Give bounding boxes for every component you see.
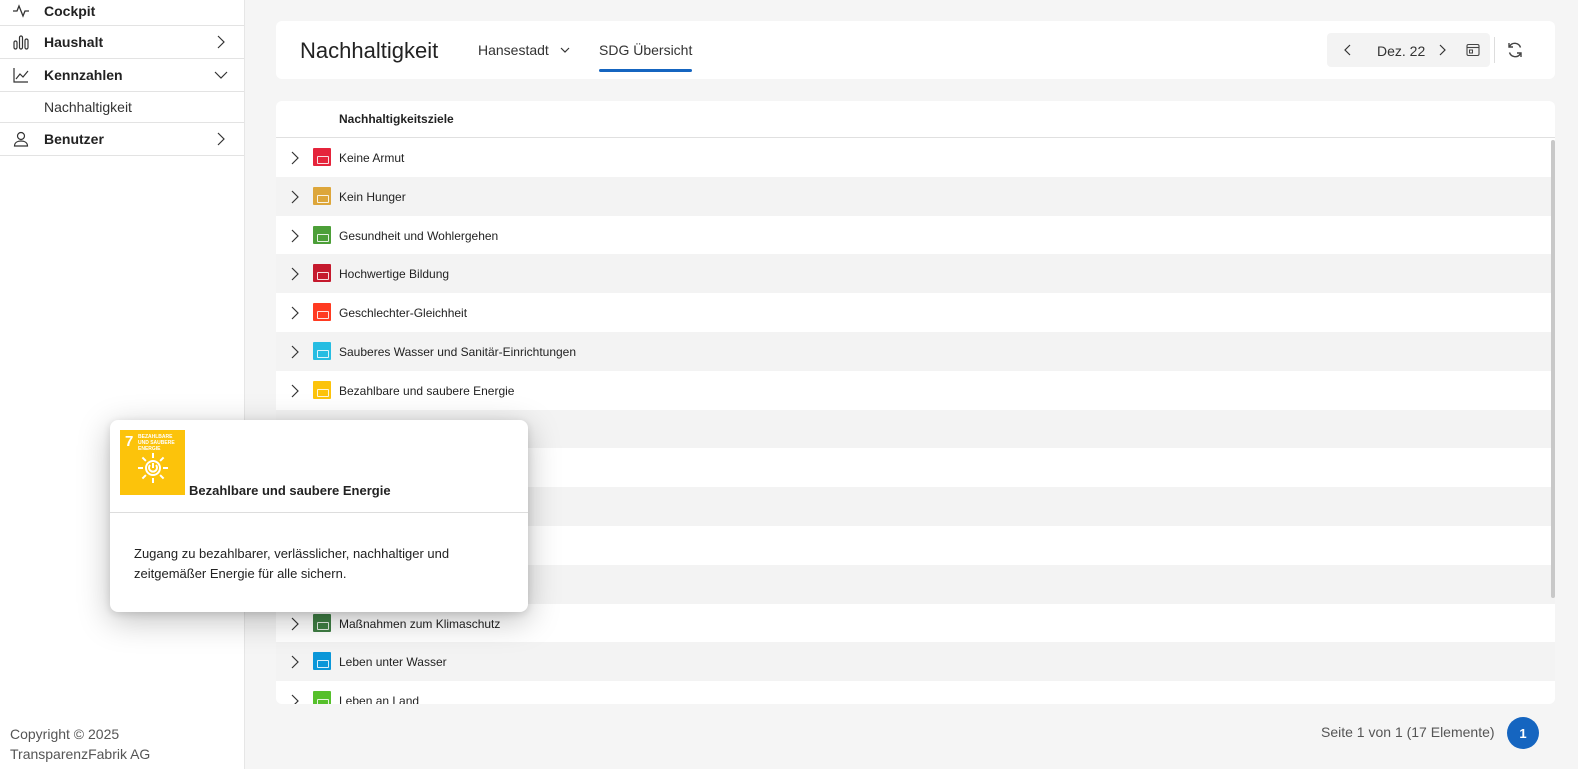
sidebar-item-haushalt[interactable]: Haushalt [0, 26, 244, 59]
cockpit-icon [12, 2, 30, 20]
chevron-right-icon[interactable] [288, 694, 302, 704]
tab-hansestadt[interactable]: Hansestadt [478, 42, 571, 58]
chevron-right-icon[interactable] [288, 229, 302, 243]
row-label: Bezahlbare und saubere Energie [339, 383, 515, 398]
chevron-right-icon[interactable] [288, 306, 302, 320]
sdg-goal-icon [313, 691, 331, 704]
chevron-right-icon [214, 132, 228, 146]
row-label: Geschlechter-Gleichheit [339, 306, 468, 321]
popover-title: Bezahlbare und saubere Energie [189, 483, 391, 498]
copyright-line: Copyright © 2025 [10, 726, 120, 742]
row-label: Maßnahmen zum Klimaschutz [339, 616, 501, 631]
chevron-right-icon[interactable] [288, 384, 302, 398]
company-name: TransparenzFabrik AG [10, 746, 151, 762]
sdg-goal-icon [313, 380, 331, 399]
trend-icon [12, 66, 30, 84]
sdg-goal-icon [313, 148, 331, 166]
copyright: Copyright © 2025 TransparenzFabrik AG [10, 724, 150, 764]
sdg-logo-text: BEZAHLBARE UND SAUBERE ENERGIE [138, 434, 175, 452]
page-header: Nachhaltigkeit Hansestadt SDG Übersicht … [276, 21, 1555, 79]
row-label: Kein Hunger [339, 189, 406, 204]
table-row[interactable]: Sauberes Wasser und Sanitär-Einrichtunge… [276, 331, 1555, 371]
sidebar-item-benutzer[interactable]: Benutzer [0, 123, 244, 156]
chevron-right-icon[interactable] [288, 617, 302, 631]
tab-label: SDG Übersicht [599, 42, 693, 58]
sidebar-subitem-nachhaltigkeit[interactable]: Nachhaltigkeit [0, 92, 244, 123]
table-row[interactable]: Bezahlbare und saubere Energie [276, 371, 1555, 410]
chevron-right-icon[interactable] [1435, 43, 1449, 57]
pagination-info: Seite 1 von 1 (17 Elemente) [1321, 724, 1495, 740]
row-label: Leben unter Wasser [339, 655, 447, 670]
table-row[interactable]: Leben an Land [276, 681, 1555, 704]
scrollbar[interactable] [1551, 140, 1555, 598]
chevron-right-icon[interactable] [288, 190, 302, 204]
chevron-right-icon[interactable] [288, 267, 302, 281]
chevron-right-icon[interactable] [288, 345, 302, 359]
sdg-logo: 7 BEZAHLBARE UND SAUBERE ENERGIE [120, 430, 185, 495]
chevron-right-icon [214, 35, 228, 49]
period-value: Dez. 22 [1377, 43, 1426, 59]
calendar-icon[interactable] [1465, 42, 1481, 58]
tab-label: Hansestadt [478, 42, 549, 58]
sdg-goal-icon [313, 613, 331, 632]
row-label: Leben an Land [339, 694, 420, 704]
table-row[interactable]: Hochwertige Bildung [276, 254, 1555, 294]
sdg-goal-icon [313, 186, 331, 205]
sidebar-item-kennzahlen[interactable]: Kennzahlen [0, 59, 244, 92]
chevron-left-icon[interactable] [1341, 43, 1355, 57]
chevron-right-icon[interactable] [288, 655, 302, 669]
sdg-goal-icon [313, 225, 331, 244]
refresh-icon[interactable] [1505, 40, 1525, 60]
table-row[interactable]: Leben unter Wasser [276, 642, 1555, 682]
sidebar-item-label: Kennzahlen [44, 67, 123, 83]
popover-description: Zugang zu bezahlbarer, verlässlicher, na… [134, 546, 450, 581]
active-tab-indicator [599, 69, 692, 72]
sdg-popover: 7 BEZAHLBARE UND SAUBERE ENERGIE Bezahlb… [110, 420, 528, 612]
sidebar-item-label: Benutzer [44, 131, 104, 147]
page-button-1[interactable]: 1 [1507, 717, 1539, 749]
user-icon [12, 130, 30, 148]
column-header: Nachhaltigkeitsziele [339, 112, 454, 126]
chevron-down-icon [214, 68, 228, 82]
sdg-logo-number: 7 [125, 433, 134, 450]
sdg-goal-icon [313, 264, 331, 283]
page-title: Nachhaltigkeit [300, 38, 439, 63]
sun-power-icon [137, 452, 169, 484]
sdg-goal-icon [313, 652, 331, 671]
sdg-table: Nachhaltigkeitsziele Keine Armut Kein Hun… [276, 101, 1555, 704]
sidebar: Cockpit Haushalt Kennzahlen Nachhaltigke… [0, 0, 245, 769]
tab-sdg-uebersicht[interactable]: SDG Übersicht [599, 42, 692, 58]
chevron-right-icon[interactable] [288, 151, 302, 165]
sdg-goal-icon [313, 341, 331, 360]
divider [110, 512, 528, 513]
table-row[interactable]: Kein Hunger [276, 176, 1555, 216]
table-row[interactable]: Gesundheit und Wohlergehen [276, 216, 1555, 255]
bar-chart-icon [12, 33, 30, 51]
divider [1494, 37, 1495, 63]
sidebar-item-label: Haushalt [44, 34, 104, 50]
sdg-goal-icon [313, 303, 331, 322]
row-label: Hochwertige Bildung [339, 267, 450, 282]
table-row[interactable]: Keine Armut [276, 138, 1555, 177]
row-label: Keine Armut [339, 151, 405, 165]
chevron-down-icon [559, 44, 571, 56]
row-label: Sauberes Wasser und Sanitär-Einrichtunge… [339, 344, 577, 359]
sidebar-item-cockpit[interactable]: Cockpit [0, 0, 244, 26]
period-selector: Dez. 22 [1327, 33, 1490, 67]
table-header: Nachhaltigkeitsziele [276, 101, 1555, 138]
table-row[interactable]: Geschlechter-Gleichheit [276, 293, 1555, 332]
sidebar-item-label: Cockpit [44, 2, 96, 19]
row-label: Gesundheit und Wohlergehen [339, 228, 499, 243]
